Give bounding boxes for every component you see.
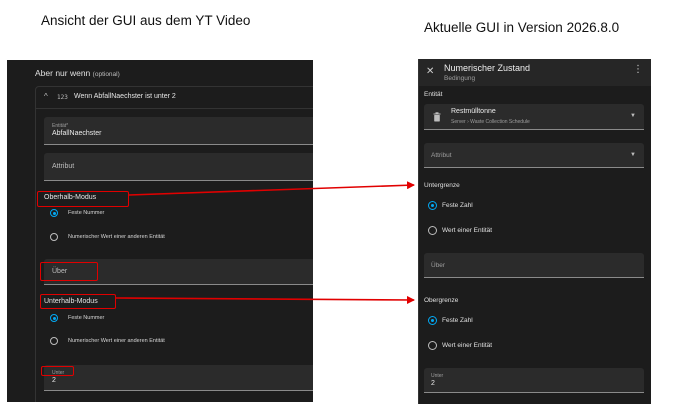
lower-bound-label: Untergrenze (424, 182, 460, 189)
dropdown-arrow-icon[interactable]: ▼ (630, 113, 636, 119)
close-icon[interactable]: ✕ (426, 66, 434, 77)
trash-icon (433, 112, 441, 122)
radio-icon[interactable] (50, 337, 58, 345)
entity-field-value: AbfallNaechster (52, 130, 102, 137)
entity-field[interactable]: Entität* AbfallNaechster (44, 117, 313, 145)
more-vert-icon[interactable]: ⋮ (633, 65, 643, 75)
numeric-icon: 123 (57, 94, 68, 101)
upper-option-fixed[interactable]: Feste Zahl (428, 316, 473, 325)
entity-field-label: Entität* (52, 123, 69, 129)
entity-picker[interactable]: Restmülltonne Server › Waste Collection … (424, 104, 644, 130)
attribute-select[interactable]: Attribut ▼ (424, 143, 644, 168)
attribute-placeholder: Attribut (52, 163, 75, 170)
lower-option-fixed[interactable]: Feste Zahl (428, 201, 473, 210)
entity-path: Server › Waste Collection Schedule (451, 119, 530, 125)
radio-selected-icon[interactable] (428, 316, 437, 325)
below-field-value: 2 (52, 377, 56, 384)
condition-card-title: Wenn AbfallNaechster ist unter 2 (74, 93, 176, 100)
entity-section-label: Entität (424, 91, 443, 98)
condition-card-header[interactable]: ^ 123 Wenn AbfallNaechster ist unter 2 (36, 87, 313, 109)
chevron-up-icon[interactable]: ^ (44, 92, 48, 101)
dialog-title: Numerischer Zustand (444, 63, 531, 73)
section-title: Aber nur wenn (optional) (35, 68, 120, 78)
below-option-fixed[interactable]: Feste Nummer (50, 314, 104, 322)
radio-selected-icon[interactable] (50, 209, 58, 217)
upper-bound-label: Obergrenze (424, 297, 459, 304)
upper-field-value: 2 (431, 380, 435, 387)
lower-field-placeholder: Über (431, 262, 446, 269)
below-field[interactable]: Unter 2 (44, 365, 313, 391)
radio-icon[interactable] (428, 226, 437, 235)
above-option-entity[interactable]: Numerischer Wert einer anderen Entität (50, 233, 165, 241)
entity-name: Restmülltonne (451, 108, 496, 115)
radio-selected-icon[interactable] (50, 314, 58, 322)
right-screenshot: ✕ Numerischer Zustand Bedingung ⋮ Entitä… (418, 59, 651, 404)
caption-right: Aktuelle GUI in Version 2026.8.0 (424, 20, 620, 35)
attribute-field[interactable]: Attribut (44, 153, 313, 181)
upper-option-entity[interactable]: Wert einer Entität (428, 341, 492, 350)
condition-card: ^ 123 Wenn AbfallNaechster ist unter 2 E… (35, 86, 313, 402)
dropdown-arrow-icon[interactable]: ▼ (630, 152, 636, 158)
upper-field-label: Unter (431, 373, 444, 379)
left-screenshot: Aber nur wenn (optional) ^ 123 Wenn Abfa… (7, 60, 313, 402)
radio-icon[interactable] (50, 233, 58, 241)
dialog-header: ✕ Numerischer Zustand Bedingung ⋮ (419, 59, 651, 86)
highlight-below-field (41, 366, 74, 376)
above-option-fixed[interactable]: Feste Nummer (50, 209, 104, 217)
highlight-above-mode (37, 191, 129, 207)
caption-left: Ansicht der GUI aus dem YT Video (41, 13, 251, 28)
dialog-subtitle: Bedingung (444, 75, 476, 82)
highlight-above-field (40, 262, 98, 281)
attribute-placeholder: Attribut (431, 152, 452, 159)
radio-selected-icon[interactable] (428, 201, 437, 210)
lower-option-entity[interactable]: Wert einer Entität (428, 226, 492, 235)
lower-field[interactable]: Über (424, 253, 644, 278)
highlight-below-mode (40, 294, 116, 309)
radio-icon[interactable] (428, 341, 437, 350)
upper-field[interactable]: Unter 2 (424, 368, 644, 393)
below-option-entity[interactable]: Numerischer Wert einer anderen Entität (50, 337, 165, 345)
